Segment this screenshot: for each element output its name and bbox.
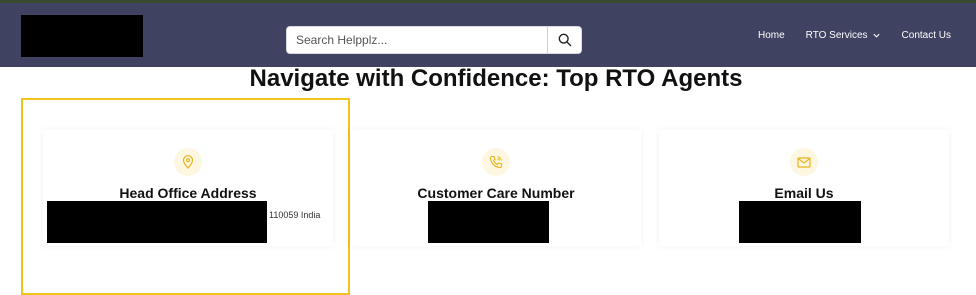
map-pin-icon [174, 148, 202, 176]
address-tail: 110059 India [269, 210, 321, 220]
phone-icon [482, 148, 510, 176]
email-card: Email Us [659, 130, 949, 246]
search-button[interactable] [547, 27, 581, 53]
page-headline: Navigate with Confidence: Top RTO Agents [249, 65, 743, 92]
logo-redacted[interactable] [21, 15, 143, 57]
chevron-down-icon [872, 33, 880, 38]
nav-links: Home RTO Services Contact Us [758, 3, 951, 67]
nav-home[interactable]: Home [758, 30, 785, 41]
nav-rto-services-label: RTO Services [805, 29, 868, 41]
search-icon [558, 33, 571, 47]
customer-care-title: Customer Care Number [417, 185, 575, 201]
customer-care-card: Customer Care Number [351, 130, 641, 246]
search-input[interactable] [287, 27, 549, 53]
phone-number-redacted [428, 201, 549, 243]
nav-contact-us[interactable]: Contact Us [902, 30, 951, 41]
head-office-card: Head Office Address 110059 India [43, 130, 333, 246]
mail-icon [790, 148, 818, 176]
nav-rto-services[interactable]: RTO Services [806, 30, 881, 41]
email-redacted [739, 201, 861, 243]
email-title: Email Us [774, 185, 834, 201]
address-redacted [47, 201, 267, 243]
head-office-title: Head Office Address [119, 185, 257, 201]
search-bar [286, 26, 582, 54]
